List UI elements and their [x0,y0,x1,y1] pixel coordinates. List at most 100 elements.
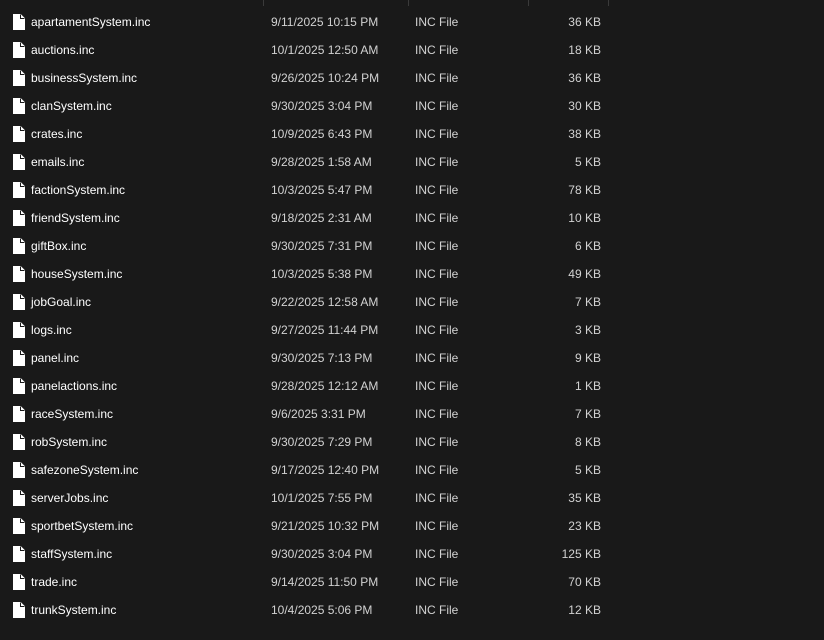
file-date-modified: 9/22/2025 12:58 AM [271,295,379,309]
file-type: INC File [415,463,459,477]
file-name: friendSystem.inc [31,211,120,225]
file-type: INC File [415,43,459,57]
file-name: crates.inc [31,127,83,141]
file-type: INC File [415,575,459,589]
file-date-modified: 9/11/2025 10:15 PM [271,15,379,29]
file-type: INC File [415,267,459,281]
file-type: INC File [415,127,459,141]
file-row[interactable]: staffSystem.inc 9/30/2025 3:04 PM INC Fi… [0,540,824,568]
file-row[interactable]: sportbetSystem.inc 9/21/2025 10:32 PM IN… [0,512,824,540]
file-row[interactable]: jobGoal.inc 9/22/2025 12:58 AM INC File … [0,288,824,316]
file-name: panel.inc [31,351,80,365]
file-name: clanSystem.inc [31,99,112,113]
file-row[interactable]: safezoneSystem.inc 9/17/2025 12:40 PM IN… [0,456,824,484]
file-name: trade.inc [31,575,78,589]
file-type: INC File [415,15,459,29]
file-date-modified: 9/6/2025 3:31 PM [271,407,366,421]
file-type: INC File [415,211,459,225]
file-row[interactable]: emails.inc 9/28/2025 1:58 AM INC File 5 … [0,148,824,176]
document-icon [13,322,25,338]
column-separator[interactable] [608,0,609,6]
file-type: INC File [415,351,459,365]
file-name: logs.inc [31,323,72,337]
file-date-modified: 9/30/2025 3:04 PM [271,99,373,113]
file-name: jobGoal.inc [31,295,92,309]
document-icon [13,434,25,450]
file-row[interactable]: auctions.inc 10/1/2025 12:50 AM INC File… [0,36,824,64]
file-row[interactable]: panelactions.inc 9/28/2025 12:12 AM INC … [0,372,824,400]
file-size: 8 KB [574,435,601,449]
document-icon [13,14,25,30]
file-type: INC File [415,71,459,85]
file-size: 36 KB [568,15,601,29]
file-date-modified: 9/30/2025 7:29 PM [271,435,373,449]
document-icon [13,182,25,198]
file-size: 7 KB [574,295,601,309]
file-rows: apartamentSystem.inc 9/11/2025 10:15 PM … [0,8,824,624]
file-row[interactable]: serverJobs.inc 10/1/2025 7:55 PM INC Fil… [0,484,824,512]
file-size: 35 KB [568,491,601,505]
file-name: robSystem.inc [31,435,108,449]
document-icon [13,574,25,590]
file-row[interactable]: factionSystem.inc 10/3/2025 5:47 PM INC … [0,176,824,204]
file-row[interactable]: trade.inc 9/14/2025 11:50 PM INC File 70… [0,568,824,596]
file-type: INC File [415,239,459,253]
file-date-modified: 10/1/2025 12:50 AM [271,43,379,57]
file-date-modified: 10/3/2025 5:47 PM [271,183,373,197]
document-icon [13,462,25,478]
file-name: houseSystem.inc [31,267,123,281]
document-icon [13,294,25,310]
document-icon [13,210,25,226]
file-name: apartamentSystem.inc [31,15,151,29]
column-separator[interactable] [408,0,409,6]
column-separator[interactable] [528,0,529,6]
file-name: safezoneSystem.inc [31,463,139,477]
file-size: 3 KB [574,323,601,337]
column-separator[interactable] [263,0,264,6]
file-date-modified: 10/3/2025 5:38 PM [271,267,373,281]
file-date-modified: 9/30/2025 3:04 PM [271,547,373,561]
file-row[interactable]: logs.inc 9/27/2025 11:44 PM INC File 3 K… [0,316,824,344]
document-icon [13,126,25,142]
file-date-modified: 10/9/2025 6:43 PM [271,127,373,141]
file-row[interactable]: crates.inc 10/9/2025 6:43 PM INC File 38… [0,120,824,148]
file-date-modified: 9/28/2025 1:58 AM [271,155,372,169]
file-date-modified: 9/21/2025 10:32 PM [271,519,380,533]
file-type: INC File [415,547,459,561]
file-type: INC File [415,435,459,449]
document-icon [13,154,25,170]
file-list: apartamentSystem.inc 9/11/2025 10:15 PM … [0,0,824,640]
file-size: 23 KB [568,519,601,533]
file-size: 18 KB [568,43,601,57]
file-name: raceSystem.inc [31,407,114,421]
file-name: sportbetSystem.inc [31,519,134,533]
document-icon [13,98,25,114]
document-icon [13,350,25,366]
file-row[interactable]: trunkSystem.inc 10/4/2025 5:06 PM INC Fi… [0,596,824,624]
file-row[interactable]: giftBox.inc 9/30/2025 7:31 PM INC File 6… [0,232,824,260]
file-size: 10 KB [568,211,601,225]
file-row[interactable]: houseSystem.inc 10/3/2025 5:38 PM INC Fi… [0,260,824,288]
file-row[interactable]: panel.inc 9/30/2025 7:13 PM INC File 9 K… [0,344,824,372]
file-row[interactable]: robSystem.inc 9/30/2025 7:29 PM INC File… [0,428,824,456]
file-type: INC File [415,323,459,337]
file-date-modified: 9/30/2025 7:31 PM [271,239,373,253]
file-date-modified: 9/18/2025 2:31 AM [271,211,372,225]
file-row[interactable]: friendSystem.inc 9/18/2025 2:31 AM INC F… [0,204,824,232]
file-date-modified: 10/4/2025 5:06 PM [271,603,373,617]
file-name: emails.inc [31,155,85,169]
file-row[interactable]: businessSystem.inc 9/26/2025 10:24 PM IN… [0,64,824,92]
file-date-modified: 10/1/2025 7:55 PM [271,491,373,505]
file-row[interactable]: clanSystem.inc 9/30/2025 3:04 PM INC Fil… [0,92,824,120]
document-icon [13,238,25,254]
file-row[interactable]: apartamentSystem.inc 9/11/2025 10:15 PM … [0,8,824,36]
file-type: INC File [415,379,459,393]
file-size: 36 KB [568,71,601,85]
file-type: INC File [415,155,459,169]
file-row[interactable]: raceSystem.inc 9/6/2025 3:31 PM INC File… [0,400,824,428]
file-size: 125 KB [561,547,601,561]
file-size: 5 KB [574,463,601,477]
file-size: 30 KB [568,99,601,113]
document-icon [13,378,25,394]
file-type: INC File [415,183,459,197]
